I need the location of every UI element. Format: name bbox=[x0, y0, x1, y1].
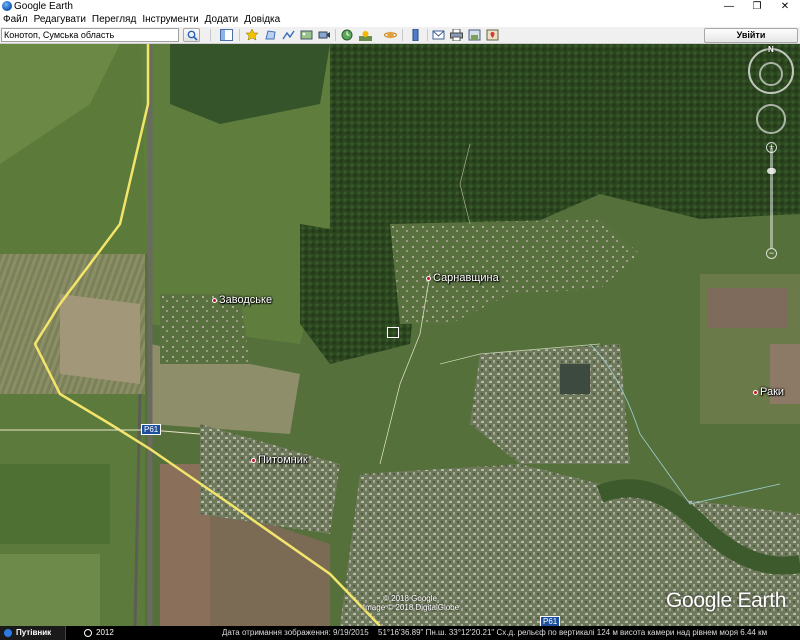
place-label: Раки bbox=[760, 386, 785, 398]
place-label: Заводське bbox=[219, 294, 273, 306]
google-earth-logo: Google Earth bbox=[666, 589, 787, 612]
record-tour-button[interactable] bbox=[317, 28, 332, 42]
maximize-button[interactable]: ❐ bbox=[744, 0, 770, 13]
look-joystick[interactable] bbox=[759, 62, 783, 86]
sidebar-toggle-button[interactable] bbox=[219, 28, 234, 42]
selection-square bbox=[387, 327, 399, 338]
email-button[interactable] bbox=[431, 28, 446, 42]
coordinates-readout: 51°16'36.89" Пн.ш. 33°12'20.21" Сх.д. ре… bbox=[378, 628, 768, 637]
place-pin-icon bbox=[251, 457, 256, 463]
menu-tools[interactable]: Інструменти bbox=[139, 13, 201, 27]
email-icon bbox=[432, 30, 445, 40]
switch-to-sky-button[interactable] bbox=[383, 28, 398, 42]
search-icon bbox=[187, 30, 198, 41]
sunlight-button[interactable] bbox=[358, 28, 373, 42]
add-image-overlay-button[interactable] bbox=[299, 28, 314, 42]
imagery-date: Дата отримання зображення: 9/19/2015 bbox=[222, 628, 369, 637]
menu-add[interactable]: Додати bbox=[202, 13, 242, 27]
toolbar-separator bbox=[335, 29, 336, 41]
print-button[interactable] bbox=[449, 28, 464, 42]
toolbar: Увійти bbox=[0, 27, 800, 44]
place-label: Сарнавщина bbox=[433, 272, 499, 284]
search-button[interactable] bbox=[183, 28, 200, 42]
move-joystick[interactable] bbox=[756, 104, 786, 134]
tour-guide-button[interactable]: Путівник bbox=[0, 626, 66, 640]
google-earth-app-icon bbox=[2, 1, 12, 11]
history-year-label: 2012 bbox=[96, 628, 114, 637]
placemark-icon bbox=[246, 29, 259, 41]
close-button[interactable]: ✕ bbox=[772, 0, 798, 13]
view-in-maps-button[interactable] bbox=[485, 28, 500, 42]
toolbar-separator bbox=[427, 29, 428, 41]
sign-in-button[interactable]: Увійти bbox=[704, 28, 798, 43]
road-shield-p61: P61 bbox=[141, 424, 162, 435]
historical-imagery-button[interactable] bbox=[340, 28, 355, 42]
place-zavodske[interactable]: Заводське bbox=[212, 294, 272, 306]
historical-imagery-icon bbox=[341, 29, 353, 41]
save-image-icon bbox=[468, 29, 481, 41]
toolbar-separator bbox=[210, 29, 211, 41]
add-placemark-button[interactable] bbox=[245, 28, 260, 42]
zoom-out-button[interactable]: − bbox=[766, 248, 777, 259]
clock-icon bbox=[84, 629, 92, 637]
copyright-google: © 2018 Google bbox=[383, 594, 437, 603]
menu-file[interactable]: Файл bbox=[0, 13, 31, 27]
satellite-imagery bbox=[0, 44, 800, 626]
add-path-button[interactable] bbox=[281, 28, 296, 42]
zoom-slider-track[interactable] bbox=[770, 148, 773, 248]
place-sarnavshchyna[interactable]: Сарнавщина bbox=[426, 272, 499, 284]
copyright-imagery: Image © 2018 DigitalGlobe bbox=[362, 603, 460, 612]
status-bar: Путівник 2012 Дата отримання зображення:… bbox=[0, 626, 800, 640]
menu-bar: Файл Редагувати Перегляд Інструменти Дод… bbox=[0, 13, 800, 27]
menu-help[interactable]: Довідка bbox=[241, 13, 283, 27]
sidebar-icon bbox=[220, 29, 233, 41]
title-bar: Google Earth — ❐ ✕ bbox=[0, 0, 800, 13]
toolbar-separator bbox=[402, 29, 403, 41]
search-input[interactable] bbox=[1, 28, 179, 42]
maps-icon bbox=[486, 29, 499, 41]
place-pin-icon bbox=[426, 275, 431, 281]
map-view[interactable]: Заводське Сарнавщина Питомник Раки P61 P… bbox=[0, 44, 800, 626]
print-icon bbox=[450, 29, 463, 41]
menu-view[interactable]: Перегляд bbox=[89, 13, 139, 27]
historical-imagery-year[interactable]: 2012 bbox=[82, 626, 114, 640]
minimize-button[interactable]: — bbox=[716, 0, 742, 13]
tour-guide-icon bbox=[4, 629, 12, 637]
image-overlay-icon bbox=[300, 30, 313, 40]
place-pin-icon bbox=[212, 297, 217, 303]
north-indicator: N bbox=[768, 45, 774, 54]
ruler-icon bbox=[412, 29, 419, 41]
zoom-slider-thumb[interactable] bbox=[767, 168, 776, 174]
add-polygon-button[interactable] bbox=[263, 28, 278, 42]
sun-icon bbox=[359, 31, 372, 41]
window-title: Google Earth bbox=[14, 1, 73, 12]
polygon-icon bbox=[265, 30, 276, 40]
tour-guide-label: Путівник bbox=[16, 628, 52, 637]
place-raky[interactable]: Раки bbox=[753, 386, 784, 398]
menu-edit[interactable]: Редагувати bbox=[31, 13, 89, 27]
place-pin-icon bbox=[753, 389, 758, 395]
road-shield-p61-south: P61 bbox=[540, 616, 561, 626]
save-image-button[interactable] bbox=[467, 28, 482, 42]
planet-icon bbox=[384, 31, 397, 39]
place-pytomnyk[interactable]: Питомник bbox=[251, 454, 308, 466]
path-icon bbox=[282, 30, 295, 40]
record-tour-icon bbox=[318, 31, 330, 39]
ruler-button[interactable] bbox=[408, 28, 423, 42]
place-label: Питомник bbox=[258, 454, 308, 466]
toolbar-separator bbox=[239, 29, 240, 41]
